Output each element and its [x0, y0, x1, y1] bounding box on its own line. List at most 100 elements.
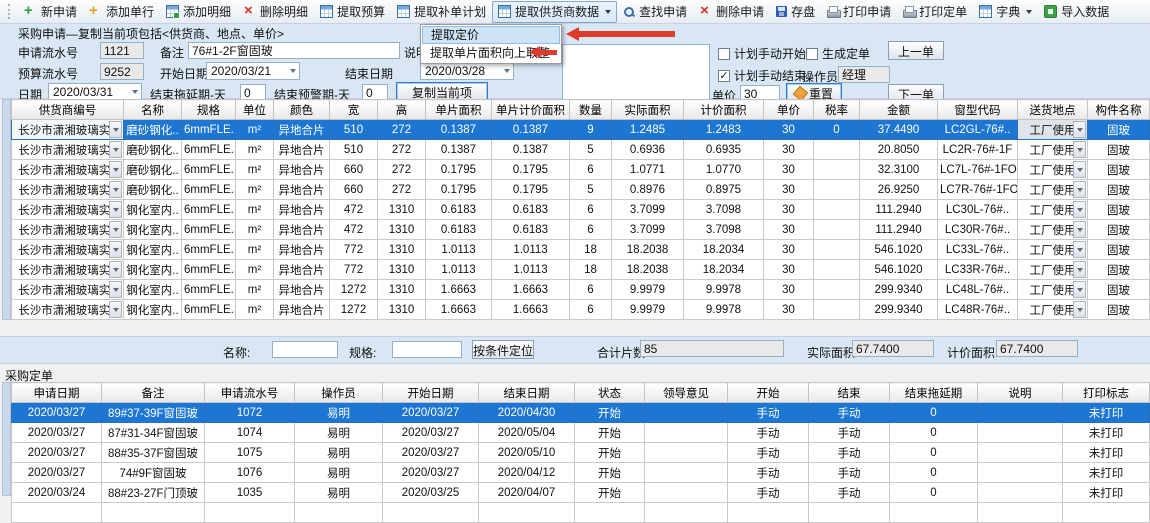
grid-cell[interactable]: 6mmFLE..: [182, 140, 236, 160]
dropdown-button[interactable]: [109, 121, 122, 138]
grid-cell[interactable]: 长沙市潇湘玻璃实..: [12, 200, 124, 220]
grid-cell[interactable]: LC2GL-76#..: [938, 120, 1018, 140]
grid-cell[interactable]: 0.6183: [426, 220, 492, 240]
grid-cell[interactable]: 手动: [809, 463, 890, 483]
grid-cell[interactable]: LC7R-76#-1FO: [938, 180, 1018, 200]
grid-cell[interactable]: 1075: [205, 443, 295, 463]
grid-cell[interactable]: 异地合片: [274, 200, 330, 220]
grid-cell[interactable]: 0.1795: [492, 160, 570, 180]
table-row[interactable]: 长沙市潇湘玻璃实..钢化室内..6mmFLE..m²异地合片77213101.0…: [12, 240, 1150, 260]
grid-cell[interactable]: 工厂使用: [1018, 180, 1088, 200]
grid-cell[interactable]: [205, 503, 295, 523]
grid-cell[interactable]: 546.1020: [860, 240, 938, 260]
toolbar-button-extract-supplement-plan[interactable]: 提取补单计划: [391, 1, 492, 23]
table-row[interactable]: 长沙市潇湘玻璃实..钢化室内..6mmFLE..m²异地合片127213101.…: [12, 300, 1150, 320]
grid-cell[interactable]: 长沙市潇湘玻璃实..: [12, 180, 124, 200]
grid-cell[interactable]: 开始: [575, 423, 645, 443]
grid-cell[interactable]: 546.1020: [860, 260, 938, 280]
grid-cell[interactable]: 1310: [378, 300, 426, 320]
grid-cell[interactable]: 111.2940: [860, 220, 938, 240]
grid-cell[interactable]: 固玻: [1088, 220, 1150, 240]
grid-cell[interactable]: 手动: [809, 483, 890, 503]
grid-cell[interactable]: m²: [236, 140, 274, 160]
grid-cell[interactable]: LC2R-76#-1F: [938, 140, 1018, 160]
grid-cell[interactable]: 开始: [575, 443, 645, 463]
grid-cell[interactable]: 1072: [205, 403, 295, 423]
column-header[interactable]: 开始日期: [383, 383, 479, 403]
grid-cell[interactable]: LC30R-76#..: [938, 220, 1018, 240]
grid-cell[interactable]: 74#9F窗固玻: [102, 463, 205, 483]
grid-cell[interactable]: [978, 483, 1063, 503]
grid-cell[interactable]: 3.7099: [612, 220, 684, 240]
grid-cell[interactable]: 异地合片: [274, 140, 330, 160]
spec-filter-input[interactable]: [392, 341, 462, 358]
grid-cell[interactable]: 9: [570, 120, 612, 140]
grid-cell[interactable]: 长沙市潇湘玻璃实..: [12, 260, 124, 280]
grid-cell[interactable]: [1063, 503, 1150, 523]
grid-cell[interactable]: 长沙市潇湘玻璃实..: [12, 140, 124, 160]
column-header[interactable]: 数量: [570, 100, 612, 120]
grid-cell[interactable]: 工厂使用: [1018, 280, 1088, 300]
grid-cell[interactable]: 32.3100: [860, 160, 938, 180]
grid-cell[interactable]: 固玻: [1088, 260, 1150, 280]
grid-cell[interactable]: 1.0113: [426, 260, 492, 280]
grid-cell[interactable]: 272: [378, 160, 426, 180]
grid-cell[interactable]: 1310: [378, 260, 426, 280]
grid-cell[interactable]: 工厂使用: [1018, 220, 1088, 240]
toolbar-button-save[interactable]: 存盘: [770, 1, 821, 23]
grid-cell[interactable]: 手动: [728, 403, 809, 423]
dropdown-button[interactable]: [109, 301, 122, 318]
column-header[interactable]: 名称: [124, 100, 182, 120]
grid-cell[interactable]: 20.8050: [860, 140, 938, 160]
grid-cell[interactable]: 1.6663: [426, 280, 492, 300]
grid-cell[interactable]: 异地合片: [274, 120, 330, 140]
grid-cell[interactable]: 1.0770: [684, 160, 764, 180]
column-header[interactable]: 单片面积: [426, 100, 492, 120]
grid-cell[interactable]: 钢化室内..: [124, 300, 182, 320]
dropdown-button[interactable]: [1073, 241, 1086, 258]
grid-cell[interactable]: [814, 240, 860, 260]
name-filter-input[interactable]: [272, 341, 338, 358]
grid-cell[interactable]: 0.6183: [426, 200, 492, 220]
grid-cell[interactable]: 1310: [378, 200, 426, 220]
manual-end-checkbox[interactable]: 计划手动结束: [718, 67, 806, 84]
grid-cell[interactable]: 长沙市潇湘玻璃实..: [12, 220, 124, 240]
dropdown-button[interactable]: [1073, 201, 1086, 218]
grid-cell[interactable]: LC33L-76#..: [938, 240, 1018, 260]
grid-cell[interactable]: 660: [330, 180, 378, 200]
grid-cell[interactable]: 2020/03/27: [383, 423, 479, 443]
grid-cell[interactable]: 6: [570, 280, 612, 300]
column-header[interactable]: 窗型代码: [938, 100, 1018, 120]
grid-cell[interactable]: 1.0113: [426, 240, 492, 260]
grid-cell[interactable]: 易明: [295, 423, 383, 443]
grid-cell[interactable]: [809, 503, 890, 523]
grid-cell[interactable]: 1.6663: [492, 280, 570, 300]
grid-cell[interactable]: 开始: [575, 403, 645, 423]
grid-cell[interactable]: 工厂使用: [1018, 240, 1088, 260]
dropdown-button[interactable]: [1073, 181, 1086, 198]
column-header[interactable]: 操作员: [295, 383, 383, 403]
grid-cell[interactable]: 工厂使用: [1018, 200, 1088, 220]
grid-cell[interactable]: m²: [236, 180, 274, 200]
grid-cell[interactable]: 18.2038: [612, 240, 684, 260]
grid-cell[interactable]: 1272: [330, 300, 378, 320]
column-header[interactable]: 单片计价面积: [492, 100, 570, 120]
dropdown-button[interactable]: [1073, 221, 1086, 238]
toolbar-button-import-data[interactable]: 导入数据: [1038, 1, 1115, 23]
grid-cell[interactable]: 1074: [205, 423, 295, 443]
grid-cell[interactable]: 0.1795: [426, 180, 492, 200]
grid-cell[interactable]: 0.6183: [492, 220, 570, 240]
grid-cell[interactable]: 660: [330, 160, 378, 180]
end-date-picker[interactable]: 2020/03/28: [420, 62, 514, 80]
toolbar-button-add-detail[interactable]: 添加明细: [160, 1, 237, 23]
locate-by-condition-button[interactable]: 按条件定位: [472, 340, 534, 359]
grid-cell[interactable]: 固玻: [1088, 280, 1150, 300]
column-header[interactable]: 宽: [330, 100, 378, 120]
grid-cell[interactable]: 30: [764, 200, 814, 220]
dropdown-button[interactable]: [1073, 261, 1086, 278]
grid-cell[interactable]: LC48L-76#..: [938, 280, 1018, 300]
grid-cell[interactable]: 固玻: [1088, 160, 1150, 180]
table-row[interactable]: 长沙市潇湘玻璃实..磨砂钢化..6mmFLE..m²异地合片5102720.13…: [12, 120, 1150, 140]
grid-cell[interactable]: 9.9979: [612, 280, 684, 300]
operator-field[interactable]: [838, 66, 890, 83]
